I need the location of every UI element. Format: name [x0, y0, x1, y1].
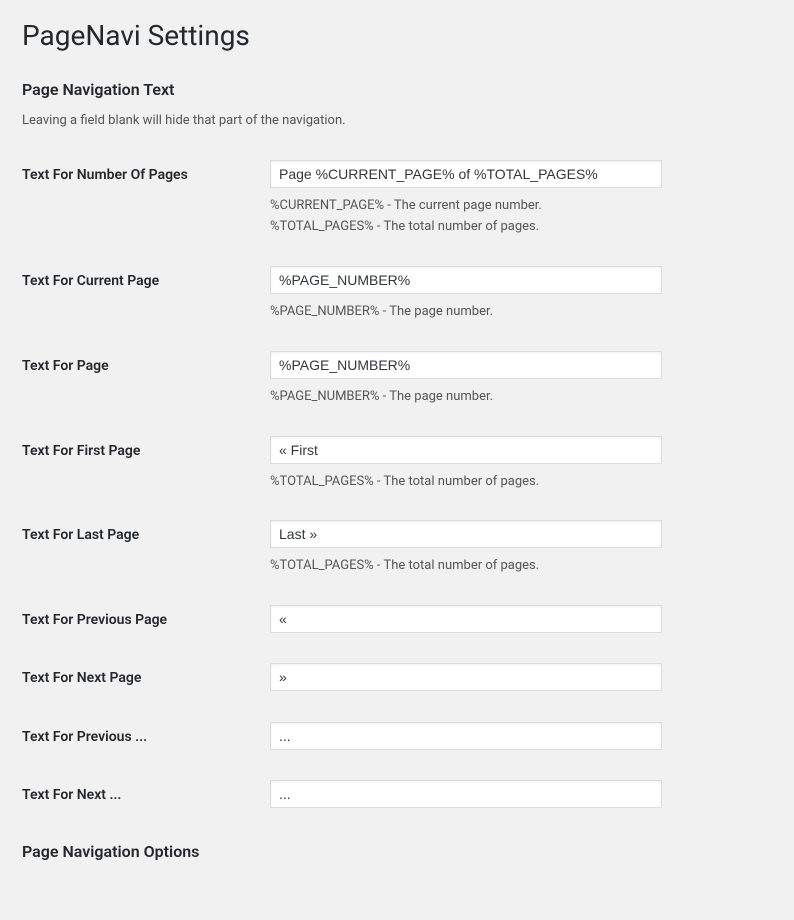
help-line: %CURRENT_PAGE% - The current page number… [270, 196, 762, 217]
cell-next-page [270, 649, 772, 707]
section-heading-text: Page Navigation Text [22, 80, 772, 99]
input-previous-page[interactable] [270, 605, 662, 633]
help-current-page: %PAGE_NUMBER% - The page number. [270, 302, 762, 323]
label-page: Text For Page [22, 337, 270, 422]
cell-next-ellipsis [270, 766, 772, 824]
row-number-of-pages: Text For Number Of Pages %CURRENT_PAGE% … [22, 146, 772, 252]
input-first-page[interactable] [270, 436, 662, 464]
label-previous-page: Text For Previous Page [22, 591, 270, 649]
input-next-ellipsis[interactable] [270, 780, 662, 808]
label-next-page: Text For Next Page [22, 649, 270, 707]
label-current-page: Text For Current Page [22, 252, 270, 337]
cell-last-page: %TOTAL_PAGES% - The total number of page… [270, 506, 772, 591]
help-line: %TOTAL_PAGES% - The total number of page… [270, 472, 762, 493]
row-current-page: Text For Current Page %PAGE_NUMBER% - Th… [22, 252, 772, 337]
cell-number-of-pages: %CURRENT_PAGE% - The current page number… [270, 146, 772, 252]
row-previous-page: Text For Previous Page [22, 591, 772, 649]
label-last-page: Text For Last Page [22, 506, 270, 591]
row-page: Text For Page %PAGE_NUMBER% - The page n… [22, 337, 772, 422]
input-page[interactable] [270, 351, 662, 379]
settings-form-table: Text For Number Of Pages %CURRENT_PAGE% … [22, 146, 772, 824]
row-first-page: Text For First Page %TOTAL_PAGES% - The … [22, 422, 772, 507]
help-line: %TOTAL_PAGES% - The total number of page… [270, 556, 762, 577]
help-line: %PAGE_NUMBER% - The page number. [270, 387, 762, 408]
page-title: PageNavi Settings [22, 0, 772, 62]
help-page: %PAGE_NUMBER% - The page number. [270, 387, 762, 408]
input-last-page[interactable] [270, 520, 662, 548]
label-first-page: Text For First Page [22, 422, 270, 507]
cell-current-page: %PAGE_NUMBER% - The page number. [270, 252, 772, 337]
help-last-page: %TOTAL_PAGES% - The total number of page… [270, 556, 762, 577]
cell-page: %PAGE_NUMBER% - The page number. [270, 337, 772, 422]
row-next-page: Text For Next Page [22, 649, 772, 707]
input-next-page[interactable] [270, 663, 662, 691]
input-number-of-pages[interactable] [270, 160, 662, 188]
cell-previous-ellipsis [270, 708, 772, 766]
section-description: Leaving a field blank will hide that par… [22, 113, 772, 128]
row-next-ellipsis: Text For Next ... [22, 766, 772, 824]
row-last-page: Text For Last Page %TOTAL_PAGES% - The t… [22, 506, 772, 591]
label-next-ellipsis: Text For Next ... [22, 766, 270, 824]
input-previous-ellipsis[interactable] [270, 722, 662, 750]
help-line: %PAGE_NUMBER% - The page number. [270, 302, 762, 323]
input-current-page[interactable] [270, 266, 662, 294]
help-first-page: %TOTAL_PAGES% - The total number of page… [270, 472, 762, 493]
label-number-of-pages: Text For Number Of Pages [22, 146, 270, 252]
row-previous-ellipsis: Text For Previous ... [22, 708, 772, 766]
help-line: %TOTAL_PAGES% - The total number of page… [270, 217, 762, 238]
help-number-of-pages: %CURRENT_PAGE% - The current page number… [270, 196, 762, 238]
cell-previous-page [270, 591, 772, 649]
section-heading-options: Page Navigation Options [22, 842, 772, 861]
cell-first-page: %TOTAL_PAGES% - The total number of page… [270, 422, 772, 507]
label-previous-ellipsis: Text For Previous ... [22, 708, 270, 766]
